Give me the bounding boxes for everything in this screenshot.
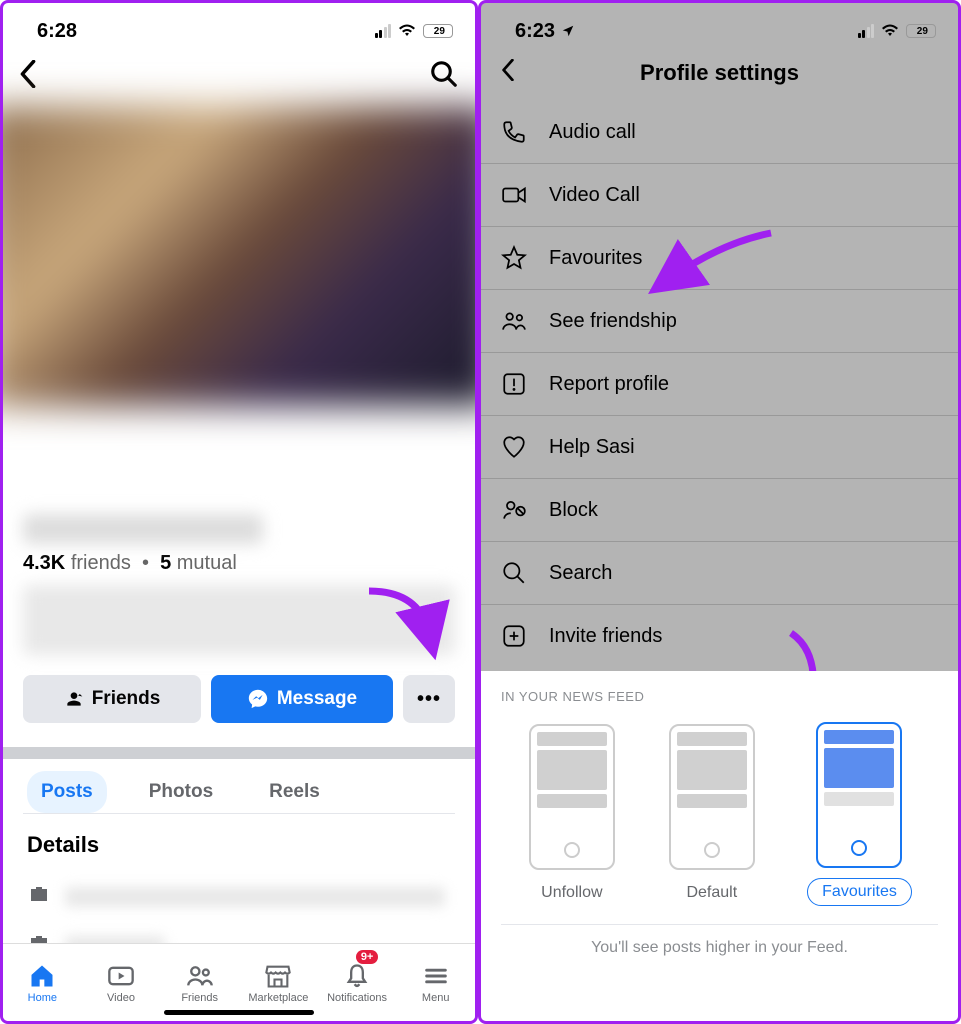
details-header: Details <box>23 814 455 872</box>
cellular-icon <box>858 24 875 38</box>
profile-settings-screen: 6:23 29 Profile settings Audio call <box>478 0 961 1024</box>
setting-label: Invite friends <box>549 625 662 648</box>
setting-search[interactable]: Search <box>481 542 958 605</box>
notifications-badge: 9+ <box>356 950 379 964</box>
phone-mock-default <box>669 724 755 870</box>
setting-label: Favourites <box>549 247 642 270</box>
profile-name <box>23 514 263 544</box>
back-button[interactable] <box>499 59 517 87</box>
clock: 6:23 <box>515 20 555 43</box>
battery-icon: 29 <box>423 24 453 38</box>
option-favourites[interactable]: Favourites <box>807 722 912 906</box>
nav-menu[interactable]: Menu <box>396 944 475 1021</box>
status-bar: 6:23 29 <box>481 3 958 51</box>
setting-label: Audio call <box>549 121 636 144</box>
block-icon <box>499 497 529 523</box>
report-icon <box>499 371 529 397</box>
sheet-footer-text: You'll see posts higher in your Feed. <box>501 939 938 957</box>
setting-block[interactable]: Block <box>481 479 958 542</box>
top-nav <box>3 51 475 106</box>
setting-label: Block <box>549 499 598 522</box>
friends-button[interactable]: Friends <box>23 675 201 723</box>
setting-label: See friendship <box>549 310 677 333</box>
phone-mock-favourites <box>816 722 902 868</box>
section-divider <box>3 747 475 759</box>
status-bar: 6:28 29 <box>3 3 475 51</box>
people-icon <box>499 308 529 334</box>
video-icon <box>499 182 529 208</box>
setting-invite[interactable]: Invite friends <box>481 605 958 667</box>
setting-report[interactable]: Report profile <box>481 353 958 416</box>
home-indicator[interactable] <box>164 1010 314 1015</box>
back-button[interactable] <box>19 60 37 93</box>
location-icon <box>561 24 575 38</box>
sheet-header: IN YOUR NEWS FEED <box>501 689 938 704</box>
option-default[interactable]: Default <box>669 724 755 906</box>
feed-preference-sheet: IN YOUR NEWS FEED Unfollow Default Favou… <box>481 671 958 1021</box>
cellular-icon <box>375 24 392 38</box>
more-options-button[interactable]: ••• <box>403 675 455 723</box>
wifi-icon <box>880 20 900 43</box>
phone-mock-unfollow <box>529 724 615 870</box>
profile-bio <box>23 585 455 655</box>
invite-icon <box>499 623 529 649</box>
briefcase-icon <box>27 882 51 911</box>
cover-photo[interactable] <box>0 106 478 406</box>
setting-label: Video Call <box>549 184 640 207</box>
setting-label: Help Sasi <box>549 436 635 459</box>
nav-home[interactable]: Home <box>3 944 82 1021</box>
heart-icon <box>499 434 529 460</box>
setting-friendship[interactable]: See friendship <box>481 290 958 353</box>
bottom-nav: Home Video Friends Marketplace 9+ Notifi… <box>3 943 475 1021</box>
wifi-icon <box>397 20 417 43</box>
profile-screen: 6:28 29 4.3K friends • <box>0 0 478 1024</box>
search-button[interactable] <box>429 59 459 94</box>
setting-audio-call[interactable]: Audio call <box>481 101 958 164</box>
settings-list: Audio call Video Call Favourites See fri… <box>481 101 958 667</box>
friend-count-line[interactable]: 4.3K friends • 5 mutual <box>23 552 455 575</box>
setting-label: Report profile <box>549 373 669 396</box>
search-icon <box>499 560 529 586</box>
profile-tabs: Posts Photos Reels <box>23 759 455 814</box>
setting-help[interactable]: Help Sasi <box>481 416 958 479</box>
tab-reels[interactable]: Reels <box>255 771 334 813</box>
star-icon <box>499 245 529 271</box>
nav-video[interactable]: Video <box>82 944 161 1021</box>
tab-posts[interactable]: Posts <box>27 771 107 813</box>
tab-photos[interactable]: Photos <box>135 771 227 813</box>
phone-icon <box>499 119 529 145</box>
setting-label: Search <box>549 562 612 585</box>
clock: 6:28 <box>37 20 77 43</box>
setting-video-call[interactable]: Video Call <box>481 164 958 227</box>
nav-notifications[interactable]: 9+ Notifications <box>318 944 397 1021</box>
setting-favourites[interactable]: Favourites <box>481 227 958 290</box>
settings-header: Profile settings <box>481 51 958 101</box>
detail-work-1[interactable] <box>23 872 455 921</box>
battery-icon: 29 <box>906 24 936 38</box>
message-button[interactable]: Message <box>211 675 393 723</box>
option-unfollow[interactable]: Unfollow <box>527 724 616 906</box>
